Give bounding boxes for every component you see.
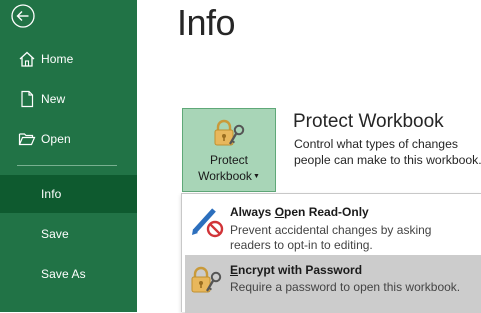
dropdown-caret-icon: ▼ — [252, 173, 260, 180]
lock-key-icon — [213, 118, 247, 155]
open-folder-icon — [17, 129, 37, 149]
nav-divider — [17, 165, 117, 166]
nav-item-label: Save — [41, 227, 69, 241]
protect-button-label-line1: Protect — [209, 153, 248, 167]
lock-key-icon — [189, 263, 225, 302]
nav-item-label: Save As — [41, 267, 86, 281]
menu-item-accelerator: O — [274, 205, 285, 219]
home-icon — [17, 49, 37, 69]
section-description-line2: people can make to this workbook. — [294, 153, 481, 167]
menu-item-title: Always Open Read-Only — [230, 205, 369, 219]
menu-item-title-suffix: ncrypt with Password — [238, 263, 363, 277]
menu-item-description-line2: readers to opt-in to editing. — [230, 238, 373, 252]
new-document-icon — [17, 89, 37, 109]
protect-workbook-menu: Always Open Read-Only Prevent accidental… — [181, 193, 481, 313]
protect-button-label-line2: Workbook▼ — [183, 169, 275, 183]
nav-item-label: Info — [41, 187, 62, 201]
menu-item-always-open-read-only[interactable]: Always Open Read-Only Prevent accidental… — [185, 197, 481, 253]
page-title: Info — [177, 2, 236, 43]
back-button[interactable] — [10, 3, 36, 29]
section-heading: Protect Workbook — [293, 111, 444, 132]
pencil-no-edit-icon — [189, 205, 225, 244]
menu-item-encrypt-with-password[interactable]: Encrypt with Password Require a password… — [185, 255, 481, 313]
nav-item-label: New — [41, 92, 66, 106]
menu-item-description-line1: Prevent accidental changes by asking — [230, 223, 432, 237]
backstage-nav: Home New Open Info Save Save As — [0, 0, 137, 312]
section-description-line1: Control what types of changes — [294, 137, 458, 151]
nav-item-save-as[interactable]: Save As — [0, 255, 137, 293]
nav-item-label: Open — [41, 132, 71, 146]
protect-workbook-button[interactable]: Protect Workbook▼ — [182, 108, 276, 192]
nav-item-open[interactable]: Open — [0, 120, 137, 158]
nav-item-new[interactable]: New — [0, 80, 137, 118]
protect-button-label: Workbook — [198, 169, 252, 183]
nav-item-save[interactable]: Save — [0, 215, 137, 253]
nav-item-info[interactable]: Info — [0, 175, 137, 213]
menu-item-accelerator: E — [230, 263, 239, 277]
menu-item-description-line1: Require a password to open this workbook… — [230, 280, 461, 294]
menu-item-title-suffix: pen Read-Only — [284, 205, 369, 219]
nav-item-home[interactable]: Home — [0, 40, 137, 78]
back-arrow-icon — [11, 4, 35, 28]
menu-item-title-prefix: Always — [230, 205, 275, 219]
menu-item-title: Encrypt with Password — [230, 263, 362, 277]
nav-item-label: Home — [41, 52, 74, 66]
